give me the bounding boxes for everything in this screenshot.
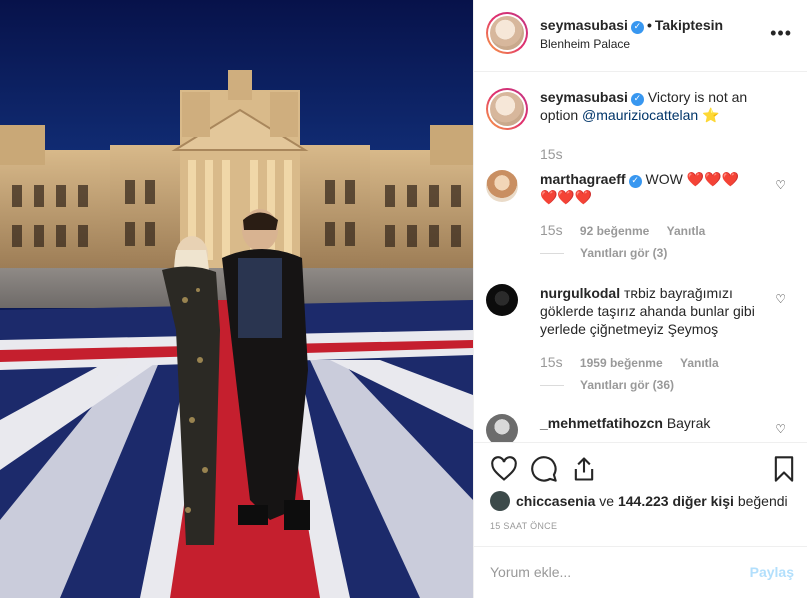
likes-count-link[interactable]: 144.223 diğer kişi [618, 493, 734, 509]
comment-likes[interactable]: 92 beğenme [580, 224, 649, 238]
username-link[interactable]: seymasubasi [540, 89, 628, 105]
avatar[interactable] [486, 170, 518, 202]
comment-time[interactable]: 15s [540, 354, 563, 370]
likes-summary: chiccasenia ve 144.223 diğer kişi beğend… [490, 491, 788, 511]
caption-time[interactable]: 15s [540, 146, 563, 162]
caption-meta: 15s [540, 146, 577, 162]
reply-button[interactable]: Yanıtla [680, 356, 719, 370]
follow-status-button[interactable]: Takiptesin [655, 17, 723, 33]
verified-badge-icon: ✓ [628, 175, 642, 188]
add-comment-bar: Paylaş [474, 546, 807, 598]
comment-text: nurgulkodal ᴛʀbiz bayrağımızı göklerde t… [540, 284, 770, 338]
post-comment-button[interactable]: Paylaş [750, 564, 794, 580]
palace-photo-illustration [0, 0, 473, 598]
heart-emojis: ❤️❤️❤️ [540, 189, 593, 205]
comment-time[interactable]: 15s [540, 222, 563, 238]
comment-body: WOW [645, 171, 683, 187]
header-user-line: seymasubasi ✓ • Takiptesin [540, 17, 723, 34]
like-heart-icon[interactable] [490, 455, 518, 483]
view-replies-button[interactable]: Yanıtları gör (36) [540, 378, 674, 392]
avatar[interactable] [486, 88, 528, 130]
post-side-panel: seymasubasi ✓ • Takiptesin Blenheim Palace … [473, 0, 807, 598]
like-comment-heart-icon[interactable]: ♡ [775, 292, 786, 306]
verified-badge-icon: ✓ [630, 93, 644, 106]
username-link[interactable]: marthagraeff [540, 171, 626, 187]
comment-text: _mehmetfatihozcn Bayrak [540, 414, 770, 432]
like-comment-heart-icon[interactable]: ♡ [775, 422, 786, 436]
heart-emojis: ❤️❤️❤️ [686, 171, 739, 187]
username-link[interactable]: chiccasenia [516, 493, 595, 509]
comment-meta: 15s 1959 beğenme Yanıtla [540, 354, 733, 370]
comment-text: marthagraeff ✓ WOW ❤️❤️❤️ ❤️❤️❤️ [540, 170, 770, 206]
username-link[interactable]: seymasubasi [540, 17, 628, 33]
post-time-ago[interactable]: 15 SAAT ÖNCE [490, 521, 557, 531]
comment-meta: 15s 92 beğenme Yanıtla [540, 222, 719, 238]
caption-text: seymasubasi ✓ Victory is not an option @m… [540, 88, 770, 124]
comment-likes[interactable]: 1959 beğenme [580, 356, 663, 370]
share-icon[interactable] [570, 455, 598, 483]
post-header: seymasubasi ✓ • Takiptesin Blenheim Palace … [474, 0, 807, 72]
comment-input[interactable] [490, 559, 740, 585]
likes-connector: ve [599, 493, 615, 509]
more-horizontal-icon[interactable]: ••• [770, 24, 792, 42]
location-link[interactable]: Blenheim Palace [540, 37, 630, 51]
comment-bubble-icon[interactable] [530, 455, 558, 483]
avatar[interactable] [486, 284, 518, 316]
avatar[interactable] [486, 12, 528, 54]
avatar[interactable] [490, 491, 510, 511]
like-comment-heart-icon[interactable]: ♡ [775, 178, 786, 192]
username-link[interactable]: nurgulkodal [540, 285, 620, 301]
comment-body: Bayrak [666, 415, 711, 431]
separator-dot: • [646, 17, 652, 33]
post-photo[interactable] [0, 0, 473, 598]
username-link[interactable]: _mehmetfatihozcn [540, 415, 663, 431]
likes-suffix: beğendi [737, 493, 788, 509]
view-replies-button[interactable]: Yanıtları gör (3) [540, 246, 667, 260]
mention-link[interactable]: @mauriziocattelan [582, 107, 698, 123]
bookmark-icon[interactable] [770, 455, 798, 483]
avatar[interactable] [486, 414, 518, 442]
star-emoji: ⭐ [702, 107, 720, 123]
comments-list[interactable]: seymasubasi ✓ Victory is not an option @m… [474, 72, 807, 442]
reply-button[interactable]: Yanıtla [667, 224, 706, 238]
post-actions: chiccasenia ve 144.223 diğer kişi beğend… [474, 442, 807, 546]
verified-badge-icon: ✓ [630, 21, 644, 34]
